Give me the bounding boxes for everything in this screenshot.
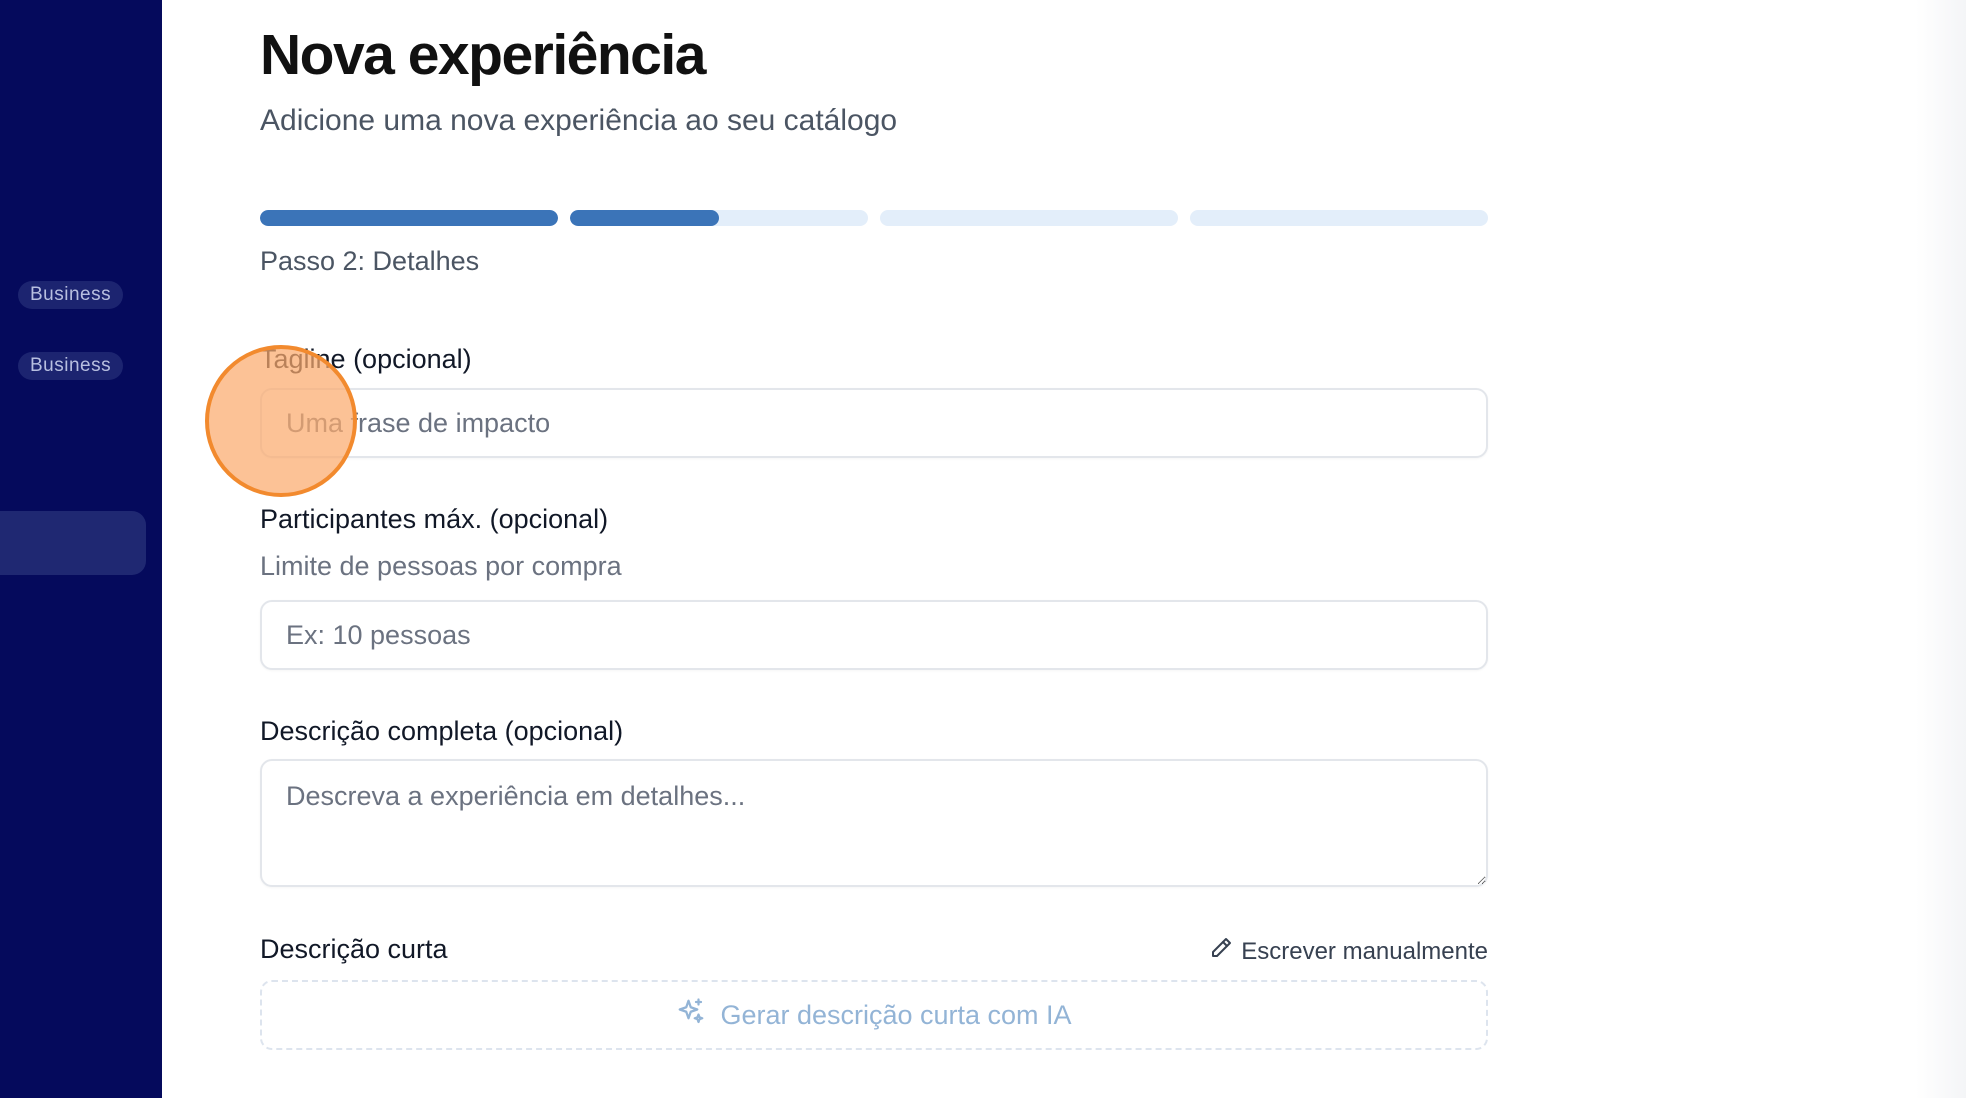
max-participants-label: Participantes máx. (opcional): [260, 504, 609, 534]
progress-segment: [260, 210, 558, 226]
pencil-icon: [1209, 936, 1233, 967]
right-edge-shade: [1916, 0, 1966, 1098]
short-description-label: Descrição curta: [260, 934, 448, 964]
step-progress: [260, 210, 1488, 226]
write-manually-label: Escrever manualmente: [1241, 937, 1488, 965]
sparkles-icon: [676, 997, 706, 1034]
step-label: Passo 2: Detalhes: [260, 246, 480, 276]
generate-ai-short-description-button[interactable]: Gerar descrição curta com IA: [260, 980, 1488, 1050]
sidebar-badge[interactable]: Business: [18, 352, 124, 380]
tagline-label: Tagline (opcional): [260, 344, 472, 374]
max-participants-input[interactable]: [260, 600, 1488, 670]
sidebar: Business Business: [0, 0, 162, 1098]
sidebar-item-active[interactable]: [0, 511, 146, 575]
progress-segment-fill: [570, 210, 719, 226]
progress-segment: [880, 210, 1178, 226]
page-title: Nova experiência: [260, 23, 706, 87]
progress-segment-fill: [260, 210, 558, 226]
max-participants-help: Limite de pessoas por compra: [260, 551, 622, 581]
generate-ai-label: Gerar descrição curta com IA: [720, 999, 1072, 1030]
write-manually-link[interactable]: Escrever manualmente: [1209, 936, 1488, 967]
full-description-label: Descrição completa (opcional): [260, 716, 624, 746]
progress-segment: [1190, 210, 1488, 226]
page-subtitle: Adicione uma nova experiência ao seu cat…: [260, 104, 898, 137]
sidebar-badge[interactable]: Business: [18, 281, 124, 309]
progress-segment: [570, 210, 868, 226]
full-description-textarea[interactable]: [260, 759, 1488, 887]
tagline-input[interactable]: [260, 388, 1488, 458]
